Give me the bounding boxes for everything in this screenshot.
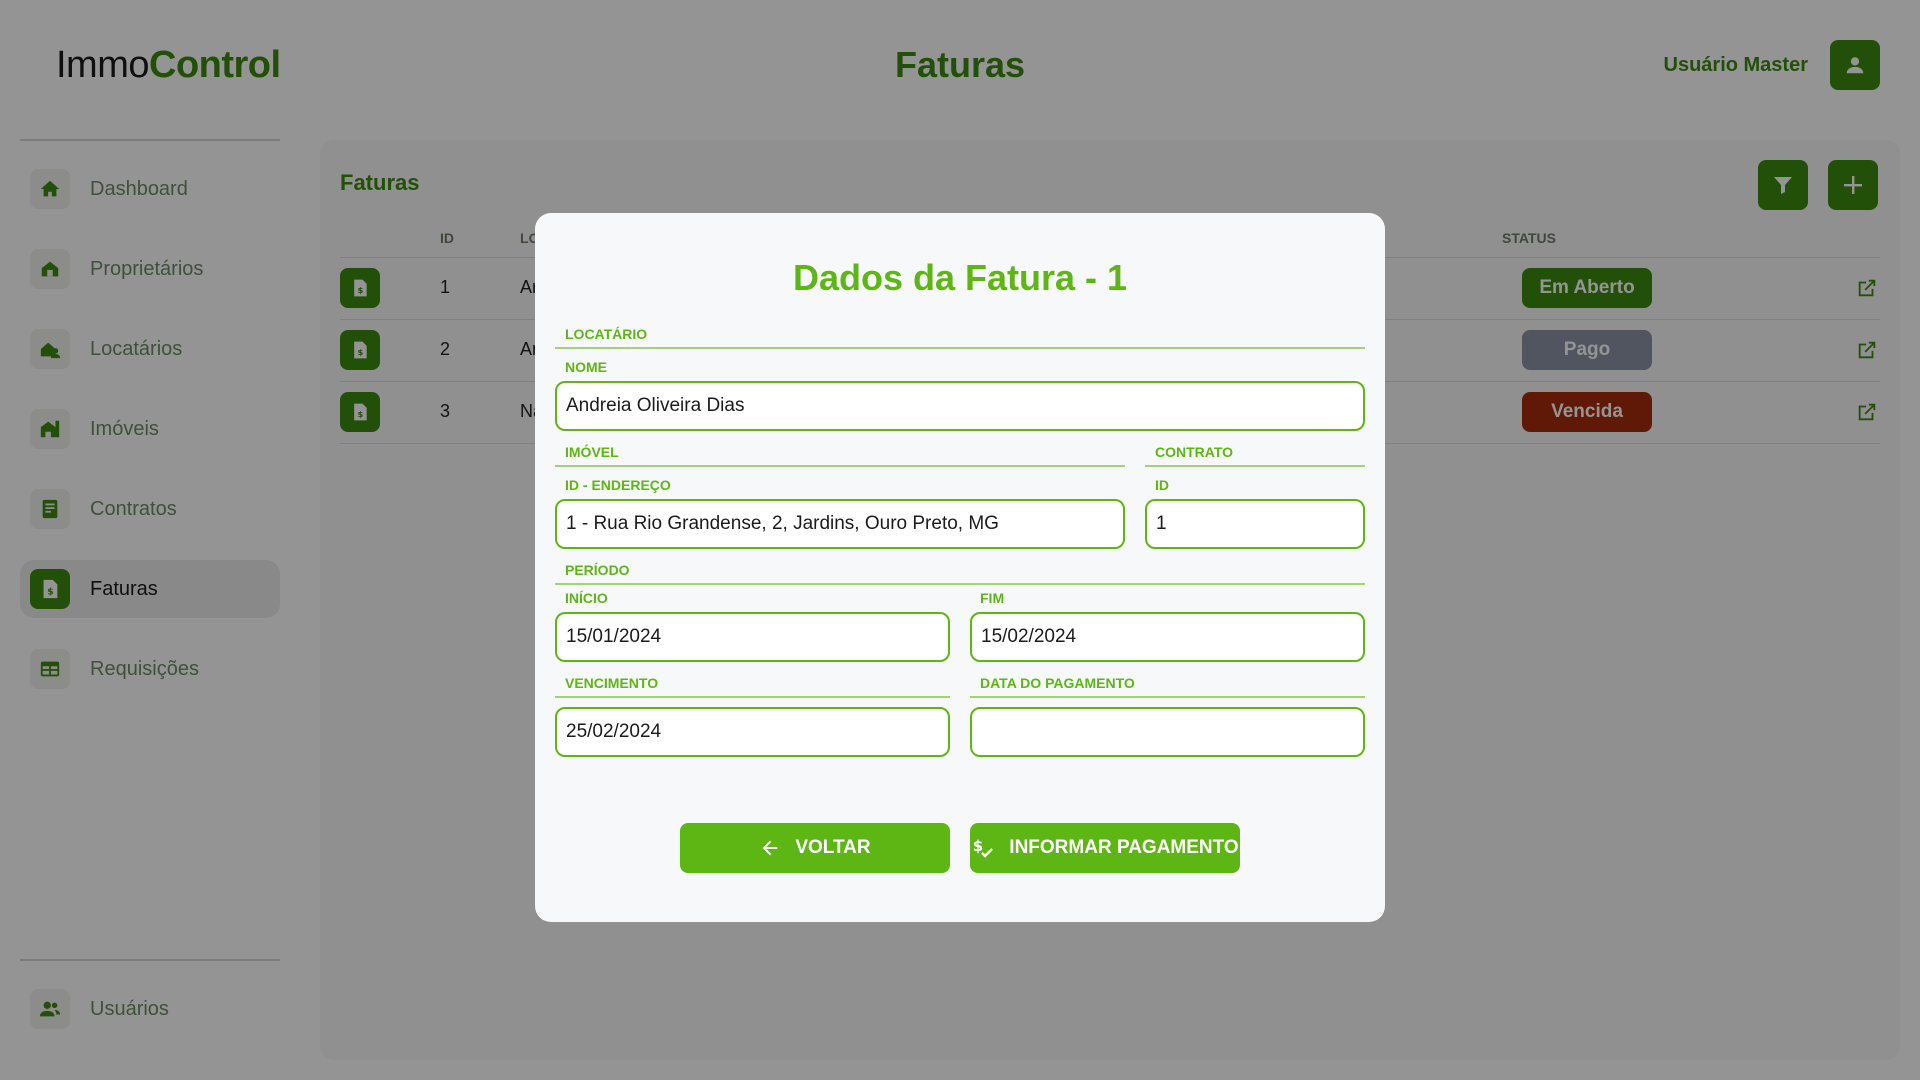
vencimento-field[interactable]: 25/02/2024	[555, 707, 950, 757]
contrato-id-field[interactable]: 1	[1145, 499, 1365, 549]
section-imovel: IMÓVEL	[555, 443, 1125, 467]
back-button-label: VOLTAR	[795, 837, 871, 858]
back-button[interactable]: VOLTAR	[680, 823, 950, 873]
section-locatario: LOCATÁRIO	[555, 325, 1365, 349]
section-periodo: PERÍODO	[555, 561, 1365, 585]
arrow-left-icon	[763, 840, 778, 856]
payment-check-icon: $	[973, 837, 994, 858]
inform-payment-button[interactable]: $ INFORMAR PAGAMENTO	[970, 823, 1240, 873]
invoice-details-modal: Dados da Fatura - 1 LOCATÁRIO NOME Andre…	[535, 213, 1385, 922]
label-id-endereco: ID - ENDEREÇO	[565, 477, 671, 493]
nome-field[interactable]: Andreia Oliveira Dias	[555, 381, 1365, 431]
label-contrato-id: ID	[1155, 477, 1169, 493]
modal-title: Dados da Fatura - 1	[792, 257, 1128, 298]
label-nome: NOME	[565, 359, 607, 375]
fim-field[interactable]: 15/02/2024	[970, 612, 1365, 662]
inform-payment-label: INFORMAR PAGAMENTO	[1009, 837, 1239, 858]
label-fim: FIM	[980, 590, 1005, 606]
endereco-field[interactable]: 1 - Rua Rio Grandense, 2, Jardins, Ouro …	[555, 499, 1125, 549]
inicio-field[interactable]: 15/01/2024	[555, 612, 950, 662]
data-pagamento-field[interactable]	[970, 707, 1365, 757]
section-vencimento: VENCIMENTO	[555, 674, 950, 698]
section-contrato: CONTRATO	[1145, 443, 1365, 467]
label-inicio: INÍCIO	[565, 590, 608, 606]
section-data-pagamento: DATA DO PAGAMENTO	[970, 674, 1365, 698]
svg-text:$: $	[973, 837, 983, 855]
